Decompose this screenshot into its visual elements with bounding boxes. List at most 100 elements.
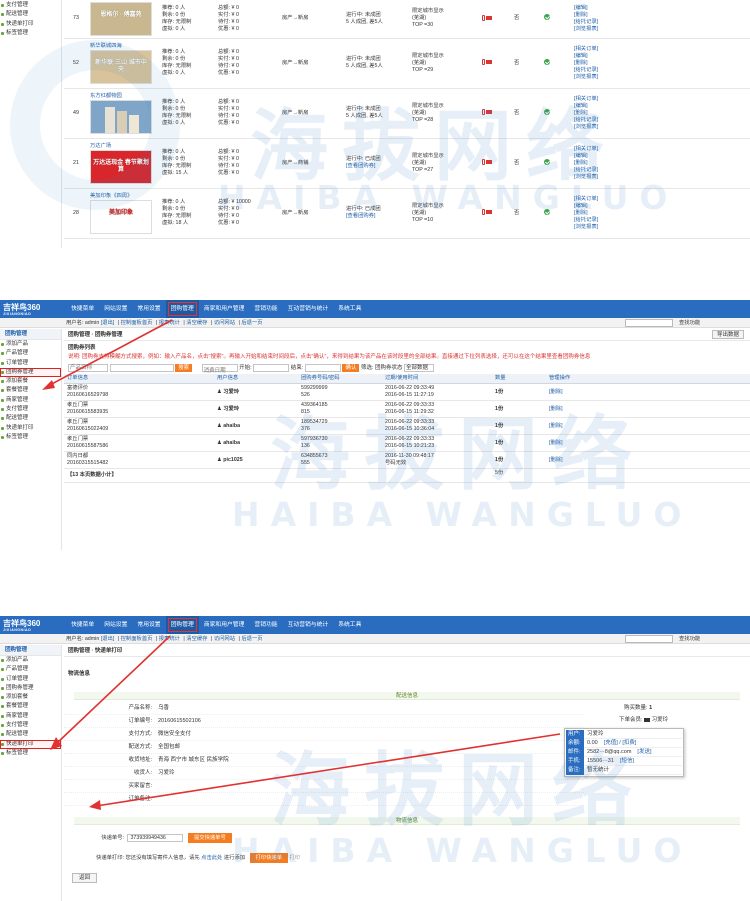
op-link[interactable]: [编辑] (574, 153, 748, 160)
product-title[interactable]: 东方红都物园 (90, 93, 158, 100)
product-thumbnail[interactable] (90, 99, 152, 134)
op-link[interactable]: [删除] (574, 12, 748, 19)
op-link[interactable]: [给托记录] (574, 19, 748, 26)
user-name[interactable]: pic1025 (223, 457, 242, 463)
sidebar-item[interactable]: 支付管理 (0, 405, 61, 414)
op-link[interactable]: [删除] (574, 160, 748, 167)
op-link[interactable]: [编辑] (574, 203, 748, 210)
nav-item[interactable]: 系统工具 (333, 300, 366, 318)
popup-action[interactable]: [短信] (620, 758, 634, 764)
ship-no-input[interactable]: 373939949436 (127, 833, 184, 842)
function-search-button[interactable]: 查找功能 (676, 634, 703, 644)
delete-link[interactable]: [删除] (546, 451, 750, 469)
op-link[interactable]: [编辑] (574, 103, 748, 110)
sidebar-item[interactable]: 套餐管理 (0, 386, 61, 395)
back-button[interactable]: 返回 (72, 873, 98, 883)
popup-action[interactable]: [充值] / [扣费] (604, 740, 637, 746)
user-name[interactable]: 习爱玲 (223, 406, 239, 412)
sidebar-item[interactable]: 快递单打印 (0, 739, 61, 749)
nav-item[interactable]: 互动营销与统计 (283, 300, 334, 318)
sidebar-item[interactable]: 配送管理 (0, 730, 61, 739)
nav-item[interactable]: 快捷菜单 (66, 300, 99, 318)
nav-item[interactable]: 网站设置 (99, 300, 132, 318)
sidebar-item[interactable]: 添加产品 (0, 340, 61, 349)
delete-link[interactable]: [删除] (546, 383, 750, 401)
sidebar-item[interactable]: 添加套餐 (0, 693, 61, 702)
status-select[interactable]: 全部数据 (403, 363, 434, 372)
sidebar-item[interactable]: 套餐管理 (0, 702, 61, 711)
op-link[interactable]: [浏览报表] (574, 74, 748, 81)
sidebar-item[interactable]: 标签管理 (0, 433, 61, 442)
product-select[interactable]: 产品名称 (68, 363, 108, 372)
op-link[interactable]: [编辑] (574, 5, 748, 12)
link-back[interactable]: 后退一页 (241, 636, 262, 642)
logout-link[interactable]: [退出] (101, 636, 115, 642)
print-text-button[interactable]: 打印 (290, 855, 301, 861)
sidebar-item[interactable]: 商家管理 (0, 712, 61, 721)
delete-link[interactable]: [删除] (546, 434, 750, 452)
product-thumbnail[interactable]: 万达送现金 春节聚划算 (90, 149, 152, 184)
nav-item[interactable]: 系统工具 (333, 616, 366, 634)
sidebar-item[interactable]: 产品管理 (0, 349, 61, 358)
nav-item[interactable]: 营销功能 (249, 616, 282, 634)
order-title[interactable]: 孝丘门票 (67, 402, 211, 409)
nav-item[interactable]: 互动营销与统计 (283, 616, 334, 634)
op-link[interactable]: [给托记录] (574, 117, 748, 124)
op-link[interactable]: [给托记录] (574, 67, 748, 74)
sidebar-item[interactable]: 团购券管理 (0, 367, 61, 378)
link-dashboard[interactable]: 控制面板首页 (121, 320, 153, 326)
status-line[interactable]: [查看团购券] (346, 163, 408, 170)
sidebar-item[interactable]: 添加套餐 (0, 377, 61, 386)
nav-item[interactable]: 团购管理 (165, 616, 199, 634)
op-link[interactable]: [浏览报表] (574, 224, 748, 231)
sidebar-item[interactable]: 订单管理 (0, 675, 61, 684)
delete-link[interactable]: [删除] (546, 400, 750, 418)
logout-link[interactable]: [退出] (101, 320, 115, 326)
order-title[interactable]: 孝丘门票 (67, 419, 211, 426)
link-reports[interactable]: 报表统计 (159, 636, 180, 642)
nav-item[interactable]: 常用设置 (132, 300, 165, 318)
mail-icon[interactable] (486, 110, 492, 115)
mail-icon[interactable] (486, 210, 492, 215)
expire-select[interactable]: 消费日期 (201, 363, 238, 374)
function-search-input[interactable] (625, 635, 673, 643)
nav-item[interactable]: 网站设置 (99, 616, 132, 634)
op-link[interactable]: [删除] (574, 60, 748, 67)
delete-link[interactable]: [删除] (546, 417, 750, 435)
op-link[interactable]: [删除] (574, 210, 748, 217)
product-thumbnail[interactable]: 美加印象 (90, 199, 152, 234)
product-keyword-input[interactable] (109, 363, 174, 372)
nav-item[interactable]: 常用设置 (132, 616, 165, 634)
link-reports[interactable]: 报表统计 (159, 320, 180, 326)
sidebar-item[interactable]: 快递单打印 (0, 20, 61, 29)
product-thumbnail[interactable]: 恩格尔 · 傅嘉苑 (90, 1, 152, 36)
mobile-icon[interactable] (482, 109, 485, 116)
sidebar-item[interactable]: 团购券管理 (0, 684, 61, 693)
order-title[interactable]: 孝丘门票 (67, 436, 211, 443)
order-title[interactable]: 富德评价 (67, 385, 211, 392)
op-link[interactable]: [相关订单] (574, 146, 748, 153)
link-back[interactable]: 后退一页 (241, 320, 262, 326)
op-link[interactable]: [浏览报表] (574, 124, 748, 131)
user-name[interactable]: ahaiba (223, 440, 240, 446)
end-date-input[interactable] (304, 363, 341, 372)
sidebar-item[interactable]: 添加产品 (0, 656, 61, 665)
function-search-input[interactable] (625, 319, 673, 327)
op-link[interactable]: [给托记录] (574, 217, 748, 224)
popup-action[interactable]: [发送] (637, 749, 651, 755)
sidebar-item[interactable]: 配送管理 (0, 414, 61, 423)
export-button[interactable]: 导出数据 (711, 330, 744, 339)
nav-item[interactable]: 商家和用户管理 (199, 616, 250, 634)
product-title[interactable]: 万达广场 (90, 143, 158, 150)
mail-icon[interactable] (486, 60, 492, 65)
sidebar-item[interactable]: 商家管理 (0, 396, 61, 405)
sidebar-item[interactable]: 产品管理 (0, 665, 61, 674)
link-visit-site[interactable]: 访问网站 (214, 320, 235, 326)
status-line[interactable]: [查看团购券] (346, 213, 408, 220)
op-link[interactable]: [给托记录] (574, 167, 748, 174)
add-sender-link[interactable]: 点击此处 (201, 855, 222, 861)
op-link[interactable]: [编辑] (574, 53, 748, 60)
link-dashboard[interactable]: 控制面板首页 (121, 636, 153, 642)
print-waybill-button[interactable]: 打印快递单 (249, 853, 289, 863)
order-title[interactable]: 同内日都 (67, 453, 211, 460)
